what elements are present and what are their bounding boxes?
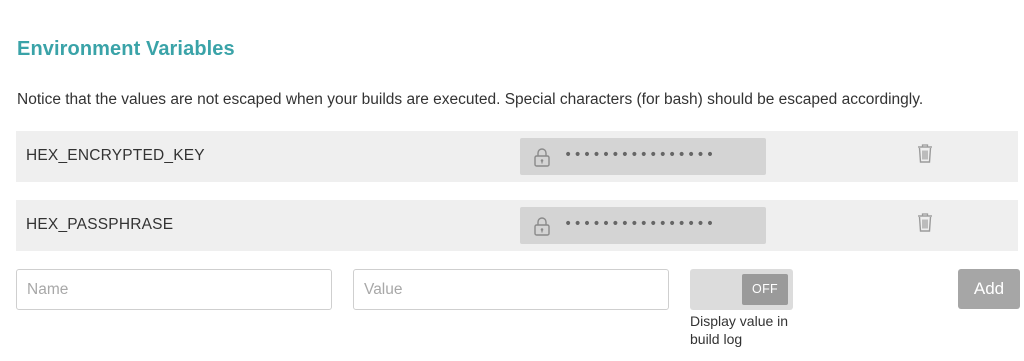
section-title: Environment Variables [17,38,235,60]
env-var-name: HEX_PASSPHRASE [26,216,174,233]
env-var-value-masked: •••••••••••••••• [520,207,766,244]
display-value-toggle[interactable]: OFF [690,269,793,310]
env-var-name: HEX_ENCRYPTED_KEY [26,147,205,164]
toggle-state-label: OFF [742,274,788,305]
escape-notice: Notice that the values are not escaped w… [17,91,924,108]
env-var-value-masked: •••••••••••••••• [520,138,766,175]
trash-icon[interactable] [916,212,934,233]
new-var-value-input[interactable] [353,269,669,310]
masked-value: •••••••••••••••• [564,216,716,232]
trash-icon[interactable] [916,143,934,164]
new-var-name-input[interactable] [16,269,332,310]
env-var-row: HEX_ENCRYPTED_KEY •••••••••••••••• [16,131,1018,182]
masked-value: •••••••••••••••• [564,147,716,163]
toggle-caption: Display value in build log [690,313,789,347]
lock-icon [534,148,550,167]
add-button[interactable]: Add [958,269,1020,309]
env-var-row: HEX_PASSPHRASE •••••••••••••••• [16,200,1018,251]
lock-icon [534,217,550,236]
